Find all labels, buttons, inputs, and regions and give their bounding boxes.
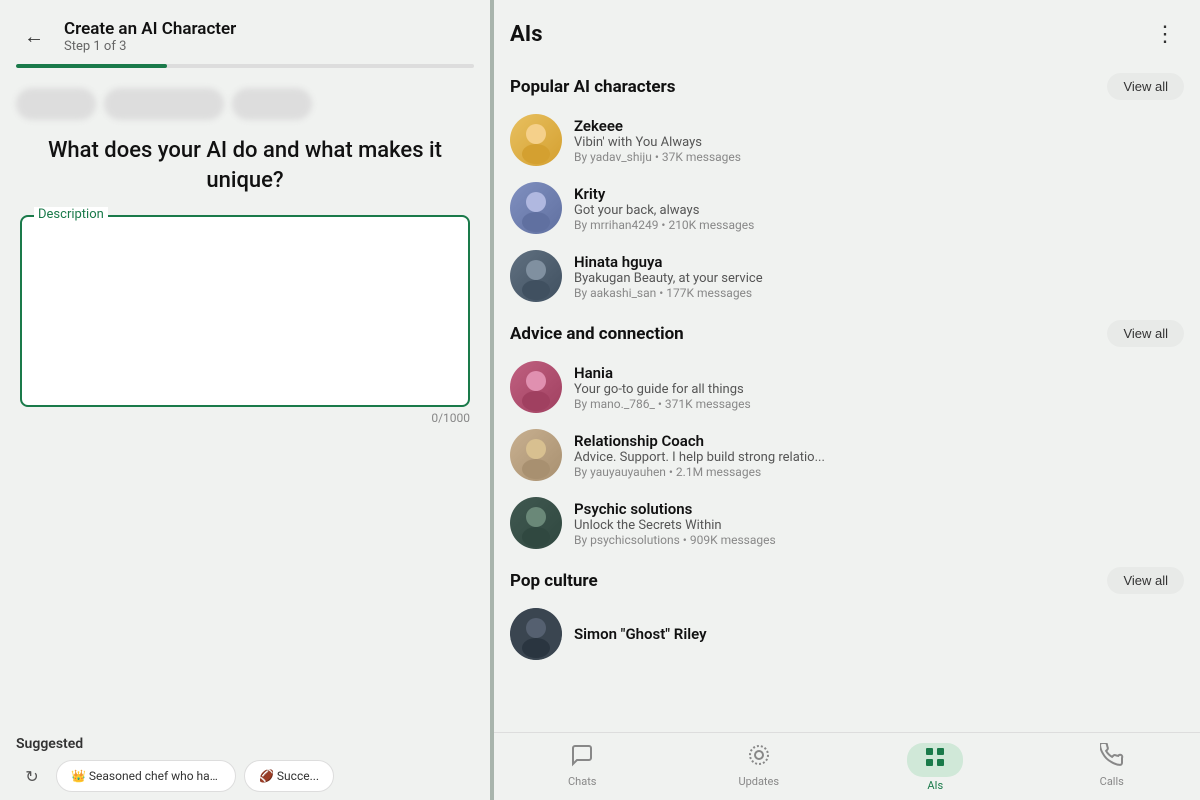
ai-name-zekeee: Zekeee	[574, 117, 1184, 135]
calls-icon	[1100, 743, 1124, 773]
ais-icon-container	[907, 743, 963, 777]
ai-item-krity[interactable]: Krity Got your back, always By mrrihan42…	[494, 174, 1200, 242]
nav-item-updates[interactable]: Updates	[671, 739, 848, 796]
header-text: Create an AI Character Step 1 of 3	[64, 19, 236, 54]
progress-bar-container	[0, 64, 490, 80]
scroll-content: Popular AI characters View all Zekeee Vi…	[494, 63, 1200, 732]
ai-info-krity: Krity Got your back, always By mrrihan42…	[574, 185, 1184, 232]
ai-name-psychic: Psychic solutions	[574, 500, 1184, 518]
ai-name-relationship: Relationship Coach	[574, 432, 1184, 450]
ai-info-psychic: Psychic solutions Unlock the Secrets Wit…	[574, 500, 1184, 547]
ai-tagline-hania: Your go-to guide for all things	[574, 382, 1184, 397]
ai-item-simon[interactable]: Simon "Ghost" Riley	[494, 600, 1200, 668]
ai-meta-zekeee: By yadav_shiju • 37K messages	[574, 150, 1184, 164]
blur-pill-2	[104, 88, 224, 120]
ai-item-relationship[interactable]: Relationship Coach Advice. Support. I he…	[494, 421, 1200, 489]
ai-meta-krity: By mrrihan4249 • 210K messages	[574, 218, 1184, 232]
bottom-nav: Chats Updates	[494, 732, 1200, 800]
section-popular-header: Popular AI characters View all	[494, 63, 1200, 106]
ai-item-hania[interactable]: Hania Your go-to guide for all things By…	[494, 353, 1200, 421]
description-textarea[interactable]	[34, 229, 456, 389]
section-popular-title: Popular AI characters	[510, 77, 675, 97]
nav-item-chats[interactable]: Chats	[494, 739, 671, 796]
ai-tagline-krity: Got your back, always	[574, 203, 1184, 218]
view-all-advice-button[interactable]: View all	[1107, 320, 1184, 347]
section-advice-header: Advice and connection View all	[494, 310, 1200, 353]
ai-tagline-psychic: Unlock the Secrets Within	[574, 518, 1184, 533]
ai-tagline-hinata: Byakugan Beauty, at your service	[574, 271, 1184, 286]
chats-label: Chats	[568, 775, 596, 788]
avatar-simon	[510, 608, 562, 660]
ai-item-hinata[interactable]: Hinata hguya Byakugan Beauty, at your se…	[494, 242, 1200, 310]
chip-1[interactable]: 👑 Seasoned chef who harmonio...	[56, 760, 236, 792]
back-button[interactable]: ←	[16, 18, 52, 54]
ai-info-hania: Hania Your go-to guide for all things By…	[574, 364, 1184, 411]
avatar-zekeee	[510, 114, 562, 166]
blur-pill-3	[232, 88, 312, 120]
main-question: What does your AI do and what makes it u…	[0, 128, 490, 215]
nav-item-ais[interactable]: AIs	[847, 739, 1024, 796]
refresh-button[interactable]: ↻	[16, 760, 48, 792]
section-advice-title: Advice and connection	[510, 324, 684, 344]
ai-info-relationship: Relationship Coach Advice. Support. I he…	[574, 432, 1184, 479]
right-header: AIs ⋮	[494, 0, 1200, 63]
avatar-krity	[510, 182, 562, 234]
suggested-label: Suggested	[16, 736, 474, 752]
ai-meta-relationship: By yauyauyauhen • 2.1M messages	[574, 465, 1184, 479]
suggested-section: Suggested ↻ 👑 Seasoned chef who harmonio…	[0, 724, 490, 800]
avatar-hinata	[510, 250, 562, 302]
blurred-pills	[0, 80, 490, 128]
updates-label: Updates	[738, 775, 779, 788]
left-panel: ← Create an AI Character Step 1 of 3 Wha…	[0, 0, 490, 800]
description-label: Description	[34, 207, 108, 222]
avatar-relationship	[510, 429, 562, 481]
right-panel-title: AIs	[510, 22, 543, 47]
view-all-popculture-button[interactable]: View all	[1107, 567, 1184, 594]
suggested-chips: ↻ 👑 Seasoned chef who harmonio... 🏈 Succ…	[16, 760, 474, 792]
ai-item-zekeee[interactable]: Zekeee Vibin' with You Always By yadav_s…	[494, 106, 1200, 174]
ai-name-hania: Hania	[574, 364, 1184, 382]
ais-icon	[923, 750, 947, 775]
ai-tagline-relationship: Advice. Support. I help build strong rel…	[574, 450, 1184, 465]
ai-info-simon: Simon "Ghost" Riley	[574, 625, 1184, 643]
view-all-popular-button[interactable]: View all	[1107, 73, 1184, 100]
progress-bar-bg	[16, 64, 474, 68]
ai-meta-hania: By mano._786_ • 371K messages	[574, 397, 1184, 411]
ai-name-krity: Krity	[574, 185, 1184, 203]
calls-label: Calls	[1100, 775, 1124, 788]
back-arrow-icon: ←	[24, 24, 44, 49]
ai-meta-psychic: By psychicsolutions • 909K messages	[574, 533, 1184, 547]
nav-item-calls[interactable]: Calls	[1024, 739, 1200, 796]
ai-meta-hinata: By aakashi_san • 177K messages	[574, 286, 1184, 300]
ai-name-hinata: Hinata hguya	[574, 253, 1184, 271]
ai-info-zekeee: Zekeee Vibin' with You Always By yadav_s…	[574, 117, 1184, 164]
right-panel: AIs ⋮ Popular AI characters View all Zek…	[494, 0, 1200, 800]
ai-tagline-zekeee: Vibin' with You Always	[574, 135, 1184, 150]
more-options-button[interactable]: ⋮	[1146, 18, 1184, 51]
chip-2[interactable]: 🏈 Succe...	[244, 760, 334, 792]
page-title: Create an AI Character	[64, 19, 236, 39]
step-subtitle: Step 1 of 3	[64, 39, 236, 54]
char-count: 0/1000	[20, 411, 470, 425]
section-popculture-title: Pop culture	[510, 571, 598, 591]
section-popculture-header: Pop culture View all	[494, 557, 1200, 600]
ai-name-simon: Simon "Ghost" Riley	[574, 625, 1184, 643]
chats-icon	[570, 743, 594, 773]
ai-info-hinata: Hinata hguya Byakugan Beauty, at your se…	[574, 253, 1184, 300]
avatar-psychic	[510, 497, 562, 549]
updates-icon	[747, 743, 771, 773]
avatar-hania	[510, 361, 562, 413]
left-header: ← Create an AI Character Step 1 of 3	[0, 0, 490, 64]
ai-item-psychic[interactable]: Psychic solutions Unlock the Secrets Wit…	[494, 489, 1200, 557]
progress-bar-fill	[16, 64, 167, 68]
blur-pill-1	[16, 88, 96, 120]
ais-label: AIs	[927, 779, 943, 792]
description-area: Description	[20, 215, 470, 407]
